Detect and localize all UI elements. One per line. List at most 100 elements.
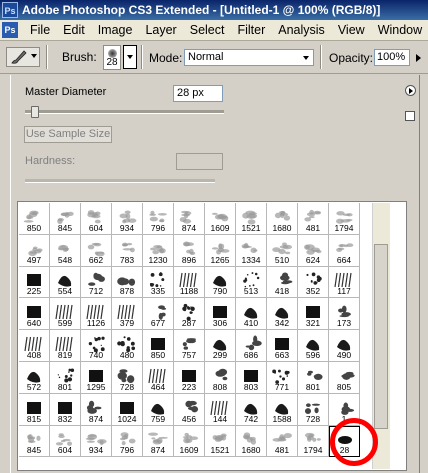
brush-preset-item[interactable]: 604	[81, 203, 112, 235]
brush-preset-item[interactable]: 1609	[205, 203, 236, 235]
brush-preset-item[interactable]: 790	[205, 266, 236, 299]
brush-preset-item[interactable]: 321	[298, 298, 329, 331]
brush-preset-item[interactable]: 850	[143, 330, 174, 362]
menu-analysis[interactable]: Analysis	[272, 20, 332, 40]
brush-preset-item[interactable]: 686	[236, 330, 267, 362]
brush-preset-item[interactable]: 1794	[329, 203, 360, 235]
brush-preset-item[interactable]: 878	[112, 266, 143, 299]
brush-preset-item[interactable]: 759	[143, 393, 174, 426]
panel-menu-button[interactable]	[405, 85, 416, 96]
brush-preset-item[interactable]: 352	[298, 266, 329, 299]
menu-edit[interactable]: Edit	[57, 20, 92, 40]
use-sample-size-button[interactable]: Use Sample Size	[24, 126, 112, 143]
brush-preset-item[interactable]: 1295	[81, 361, 112, 394]
brush-preset-item[interactable]: 481	[298, 203, 329, 235]
brush-preset-item[interactable]: 481	[267, 425, 298, 458]
brush-preset-item[interactable]: 342	[267, 298, 298, 331]
brush-preset-item[interactable]: 815	[19, 393, 50, 426]
brush-preset-item[interactable]: 874	[174, 203, 205, 235]
app-menu-icon[interactable]: Ps	[2, 22, 18, 38]
brush-preset-item[interactable]: 1521	[236, 203, 267, 235]
brush-preset-item[interactable]: 801	[298, 361, 329, 394]
brush-preset-item[interactable]: 663	[267, 330, 298, 362]
brush-preset-item[interactable]: 1230	[143, 234, 174, 267]
brush-preset-item[interactable]: 808	[205, 361, 236, 394]
brush-preset-item[interactable]: 554	[50, 266, 81, 299]
master-diameter-input[interactable]: 28 px	[173, 85, 223, 102]
brush-preset-item[interactable]: 845	[19, 425, 50, 458]
brush-preset-item[interactable]: 850	[19, 203, 50, 235]
brush-preset-item[interactable]: 1794	[298, 425, 329, 458]
brush-preset-item[interactable]: 497	[19, 234, 50, 267]
brush-preset-item[interactable]: 418	[267, 266, 298, 299]
brush-preset-item[interactable]: 513	[236, 266, 267, 299]
brush-preset-item[interactable]: 572	[19, 361, 50, 394]
brush-preset-item[interactable]: 604	[50, 425, 81, 458]
brush-preset-item[interactable]: 662	[81, 234, 112, 267]
brush-preset-item[interactable]: 874	[81, 393, 112, 426]
menu-select[interactable]: Select	[184, 20, 232, 40]
brush-preset-item[interactable]: 771	[267, 361, 298, 394]
brush-preset-item[interactable]: 845	[50, 203, 81, 235]
menu-view[interactable]: View	[332, 20, 372, 40]
menu-image[interactable]: Image	[92, 20, 140, 40]
brush-preset-item[interactable]: 783	[112, 234, 143, 267]
brush-preset-item[interactable]: 728	[298, 393, 329, 426]
brush-preset-item[interactable]: 1024	[112, 393, 143, 426]
brush-preset-item[interactable]: 896	[174, 234, 205, 267]
hardness-input[interactable]	[176, 153, 223, 170]
brush-preset-item[interactable]: 757	[174, 330, 205, 362]
new-preset-icon[interactable]	[405, 111, 415, 121]
scrollbar-thumb[interactable]	[374, 244, 388, 429]
brush-preset-item[interactable]: 173	[329, 298, 360, 331]
brush-preview[interactable]: 28	[103, 45, 121, 70]
brush-preset-item[interactable]: 805	[329, 361, 360, 394]
brush-preset-item[interactable]: 306	[205, 298, 236, 331]
brush-preset-item[interactable]: 624	[298, 234, 329, 267]
brush-preset-item[interactable]: 335	[143, 266, 174, 299]
brush-preset-item[interactable]: 480	[112, 330, 143, 362]
brush-preset-item[interactable]: 803	[236, 361, 267, 394]
brush-preset-item[interactable]: 596	[298, 330, 329, 362]
brush-preset-item[interactable]: 225	[19, 266, 50, 299]
brush-preset-item[interactable]: 548	[50, 234, 81, 267]
brush-preset-item[interactable]: 1188	[174, 266, 205, 299]
brush-preset-item[interactable]: 1126	[81, 298, 112, 331]
brush-preset-item[interactable]: 728	[112, 361, 143, 394]
brush-preset-item[interactable]: 677	[143, 298, 174, 331]
brush-preset-item[interactable]: 664	[329, 234, 360, 267]
brush-preset-item[interactable]: 117	[329, 266, 360, 299]
brush-preset-item[interactable]: 299	[205, 330, 236, 362]
brush-preset-item[interactable]: 510	[267, 234, 298, 267]
menu-file[interactable]: File	[24, 20, 57, 40]
menu-window[interactable]: Window	[372, 20, 428, 40]
brush-preset-item[interactable]: 1680	[267, 203, 298, 235]
brush-preset-item[interactable]: 223	[174, 361, 205, 394]
brush-preset-item[interactable]: 796	[143, 203, 174, 235]
brush-preset-item[interactable]: 640	[19, 298, 50, 331]
brush-preset-item[interactable]: 801	[50, 361, 81, 394]
opacity-input[interactable]: 100%	[374, 49, 410, 66]
brush-preset-item[interactable]: 819	[50, 330, 81, 362]
brush-preset-item[interactable]: 456	[174, 393, 205, 426]
mode-select[interactable]: Normal	[184, 49, 314, 66]
brush-preset-item[interactable]: 740	[81, 330, 112, 362]
brush-preset-item[interactable]: 287	[174, 298, 205, 331]
brush-preset-item[interactable]: 874	[143, 425, 174, 458]
brush-preset-item[interactable]: 464	[143, 361, 174, 394]
brush-preset-item[interactable]: 1334	[236, 234, 267, 267]
brush-preset-item[interactable]: 742	[236, 393, 267, 426]
brush-preset-item[interactable]: 1521	[205, 425, 236, 458]
brush-preset-item[interactable]: 1680	[236, 425, 267, 458]
tool-preset-picker[interactable]	[6, 47, 40, 67]
menu-layer[interactable]: Layer	[139, 20, 183, 40]
brush-preset-item[interactable]: 712	[81, 266, 112, 299]
master-diameter-slider-thumb[interactable]	[30, 106, 39, 118]
master-diameter-slider[interactable]	[25, 110, 224, 114]
brush-preset-item[interactable]: 796	[112, 425, 143, 458]
brush-preset-item[interactable]: 408	[19, 330, 50, 362]
brush-preset-item[interactable]: 1588	[267, 393, 298, 426]
brush-preset-item[interactable]: 599	[50, 298, 81, 331]
brush-preset-item[interactable]: 832	[50, 393, 81, 426]
brush-preset-item[interactable]: 1265	[205, 234, 236, 267]
